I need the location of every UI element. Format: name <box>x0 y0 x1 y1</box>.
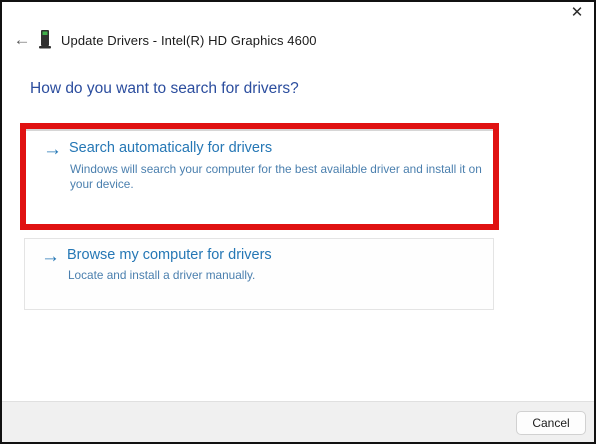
search-automatically-description: Windows will search your computer for th… <box>70 162 482 191</box>
page-title: How do you want to search for drivers? <box>30 80 299 97</box>
dialog-footer: Cancel <box>2 401 594 442</box>
update-drivers-dialog: ✕ ← Update Drivers - Intel(R) HD Graphic… <box>0 0 596 444</box>
browse-computer-description: Locate and install a driver manually. <box>68 268 256 282</box>
back-icon[interactable]: ← <box>10 30 34 50</box>
red-highlight-annotation: → Search automatically for drivers Windo… <box>20 123 499 230</box>
display-adapter-icon <box>38 29 52 51</box>
search-automatically-title: Search automatically for drivers <box>69 140 273 156</box>
arrow-right-icon: → <box>43 139 62 160</box>
screenshot-canvas: ✕ ← Update Drivers - Intel(R) HD Graphic… <box>0 0 602 445</box>
browse-computer-title: Browse my computer for drivers <box>67 247 272 263</box>
close-icon[interactable]: ✕ <box>566 2 588 22</box>
search-automatically-option[interactable]: → Search automatically for drivers Windo… <box>26 129 493 191</box>
arrow-right-icon: → <box>41 246 60 267</box>
dialog-header: ← Update Drivers - Intel(R) HD Graphics … <box>2 24 594 56</box>
cancel-button[interactable]: Cancel <box>516 411 586 435</box>
dialog-title: Update Drivers - Intel(R) HD Graphics 46… <box>61 32 317 48</box>
browse-computer-option[interactable]: → Browse my computer for drivers Locate … <box>24 238 494 310</box>
